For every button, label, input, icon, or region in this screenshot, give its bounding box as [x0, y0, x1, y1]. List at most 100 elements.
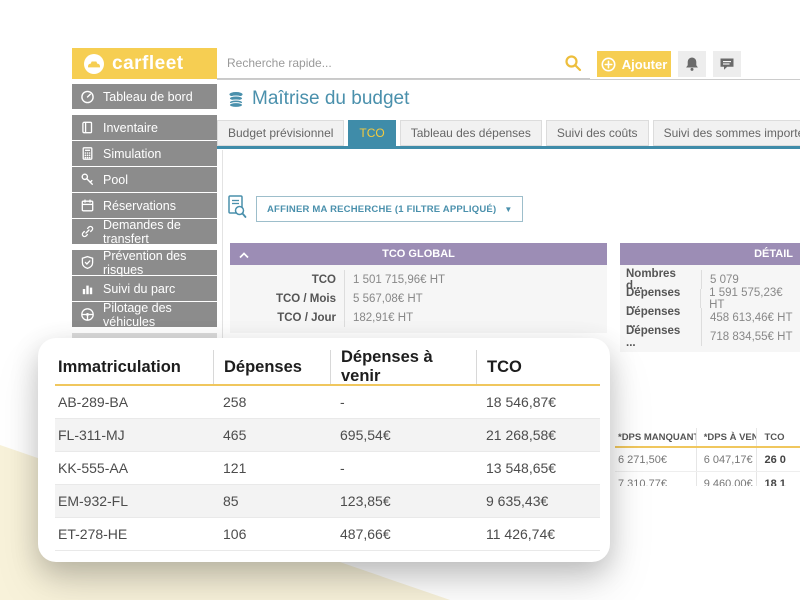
kv-row: Dépenses ... 718 834,55€ HT	[620, 327, 800, 346]
sidebar-item-prevention-des-risques[interactable]: Prévention des risques	[72, 250, 217, 275]
search-icon[interactable]	[564, 54, 582, 77]
bar-chart-icon	[80, 281, 95, 296]
kv-value: 182,91€ HT	[345, 312, 413, 324]
book-icon	[80, 120, 95, 135]
dps-table-header: *DPS MANQUANTES *DPS À VENIR TCO	[615, 428, 800, 448]
sidebar-item-demandes-de-transfert[interactable]: Demandes de transfert	[72, 219, 217, 244]
tab-underline	[217, 146, 800, 149]
table-row[interactable]: AB-289-BA 258 - 18 546,87€	[55, 386, 600, 419]
sidebar-item-label: Prévention des risques	[103, 249, 217, 277]
dps-table: *DPS MANQUANTES *DPS À VENIR TCO 6 271,5…	[615, 428, 800, 486]
topbar-divider	[217, 79, 800, 80]
refine-search-label: AFFINER MA RECHERCHE (1 FILTRE APPLIQUÉ)	[267, 204, 496, 215]
chevron-down-icon: ▼	[504, 205, 512, 214]
gauge-icon	[80, 89, 95, 104]
detail-title: DÉTAIL	[620, 248, 800, 260]
kv-row: TCO / Mois 5 567,08€ HT	[230, 289, 607, 308]
sidebar-section-3: Prévention des risques Suivi du parc Pil…	[72, 250, 217, 327]
dps-cell: 6 047,17€	[697, 448, 757, 471]
steering-wheel-icon	[80, 307, 95, 322]
sidebar-item-suivi-du-parc[interactable]: Suivi du parc	[72, 276, 217, 301]
cell-depenses: 85	[213, 493, 330, 509]
sidebar-item-pool[interactable]: Pool	[72, 167, 217, 192]
sidebar-item-label: Inventaire	[103, 121, 158, 135]
detail-panel: DÉTAIL Nombres d... 5 079 Dépenses ... 1…	[620, 243, 800, 352]
cell-depenses-a-venir: 487,66€	[330, 526, 476, 542]
car-logo-icon	[84, 54, 104, 74]
cell-depenses-a-venir: -	[330, 460, 476, 476]
kv-value: 718 834,55€ HT	[702, 331, 792, 343]
detail-body: Nombres d... 5 079 Dépenses ... 1 591 57…	[620, 265, 800, 352]
sidebar-item-reservations[interactable]: Réservations	[72, 193, 217, 218]
tab-suivi-des-couts[interactable]: Suivi des coûts	[546, 120, 649, 146]
tab-budget-previsionnel[interactable]: Budget prévisionnel	[217, 120, 344, 146]
sidebar-item-pilotage-des-vehicules[interactable]: Pilotage des véhicules	[72, 302, 217, 327]
sidebar-item-tableau-de-bord[interactable]: Tableau de bord	[72, 84, 217, 109]
tab-tableau-des-depenses[interactable]: Tableau des dépenses	[400, 120, 542, 146]
cell-immatriculation: AB-289-BA	[55, 394, 213, 410]
calendar-icon	[80, 198, 95, 213]
cell-depenses: 258	[213, 394, 330, 410]
cell-immatriculation: EM-932-FL	[55, 493, 213, 509]
cell-tco: 18 546,87€	[476, 394, 600, 410]
col-depenses-a-venir: Dépenses à venir	[330, 350, 476, 384]
kv-row: TCO 1 501 715,96€ HT	[230, 270, 607, 289]
detail-header[interactable]: DÉTAIL	[620, 243, 800, 265]
cell-depenses-a-venir: -	[330, 394, 476, 410]
tab-suivi-des-sommes-importees[interactable]: Suivi des sommes importées	[653, 120, 800, 146]
cell-depenses-a-venir: 123,85€	[330, 493, 476, 509]
chevron-up-icon	[239, 250, 249, 262]
add-button[interactable]: Ajouter	[597, 51, 671, 77]
tco-global-header[interactable]: TCO GLOBAL	[230, 243, 607, 265]
sidebar-item-simulation[interactable]: Simulation	[72, 141, 217, 166]
sidebar-item-label: Suivi du parc	[103, 282, 175, 296]
page-title-text: Maîtrise du budget	[252, 88, 409, 110]
sidebar-section-1: Tableau de bord	[72, 84, 217, 109]
sidebar-item-label: Pilotage des véhicules	[103, 301, 217, 329]
brand-name: carfleet	[112, 53, 184, 75]
table-row[interactable]: 7 310,77€ 9 460,00€ 18 1	[615, 472, 800, 486]
tco-global-title: TCO GLOBAL	[230, 248, 607, 260]
cell-depenses: 121	[213, 460, 330, 476]
dps-cell: 26 0	[757, 448, 800, 471]
search-input[interactable]	[217, 48, 590, 78]
cell-tco: 9 635,43€	[476, 493, 600, 509]
cell-tco: 11 426,74€	[476, 526, 600, 542]
kv-value: 1 591 575,23€ HT	[701, 287, 800, 311]
sidebar-item-label: Tableau de bord	[103, 90, 193, 104]
dps-cell: 18 1	[757, 472, 800, 486]
col-immatriculation: Immatriculation	[55, 350, 213, 384]
table-row[interactable]: FL-311-MJ 465 695,54€ 21 268,58€	[55, 419, 600, 452]
sidebar-item-inventaire[interactable]: Inventaire	[72, 115, 217, 140]
table-row[interactable]: ET-278-HE 106 487,66€ 11 426,74€	[55, 518, 600, 551]
calculator-icon	[80, 146, 95, 161]
cell-depenses-a-venir: 695,54€	[330, 427, 476, 443]
kv-row: TCO / Jour 182,91€ HT	[230, 308, 607, 327]
col-tco: TCO	[476, 350, 600, 384]
table-row[interactable]: KK-555-AA 121 - 13 548,65€	[55, 452, 600, 485]
search-document-icon	[226, 194, 248, 225]
kv-label: Dépenses ...	[620, 327, 702, 346]
table-row[interactable]: 6 271,50€ 6 047,17€ 26 0	[615, 448, 800, 472]
cell-immatriculation: KK-555-AA	[55, 460, 213, 476]
tab-tco[interactable]: TCO	[348, 120, 395, 146]
coins-icon	[227, 91, 245, 108]
sidebar-item-label: Simulation	[103, 147, 161, 161]
messages-button[interactable]	[713, 51, 741, 77]
cell-immatriculation: ET-278-HE	[55, 526, 213, 542]
app-logo[interactable]: carfleet	[72, 48, 217, 79]
cell-depenses: 465	[213, 427, 330, 443]
cell-tco: 13 548,65€	[476, 460, 600, 476]
refine-search-button[interactable]: AFFINER MA RECHERCHE (1 FILTRE APPLIQUÉ)…	[256, 196, 523, 222]
tco-global-panel: TCO GLOBAL TCO 1 501 715,96€ HT TCO / Mo…	[230, 243, 607, 333]
table-row[interactable]: EM-932-FL 85 123,85€ 9 635,43€	[55, 485, 600, 518]
dps-cell: 6 271,50€	[615, 448, 697, 471]
link-icon	[80, 224, 95, 239]
dps-cell: 9 460,00€	[697, 472, 757, 486]
kv-value: 458 613,46€ HT	[702, 312, 792, 324]
tab-bar: Budget prévisionnel TCO Tableau des dépe…	[217, 120, 800, 146]
sidebar-item-label: Demandes de transfert	[103, 218, 217, 246]
page-title: Maîtrise du budget	[227, 88, 409, 110]
notifications-button[interactable]	[678, 51, 706, 77]
cell-depenses: 106	[213, 526, 330, 542]
